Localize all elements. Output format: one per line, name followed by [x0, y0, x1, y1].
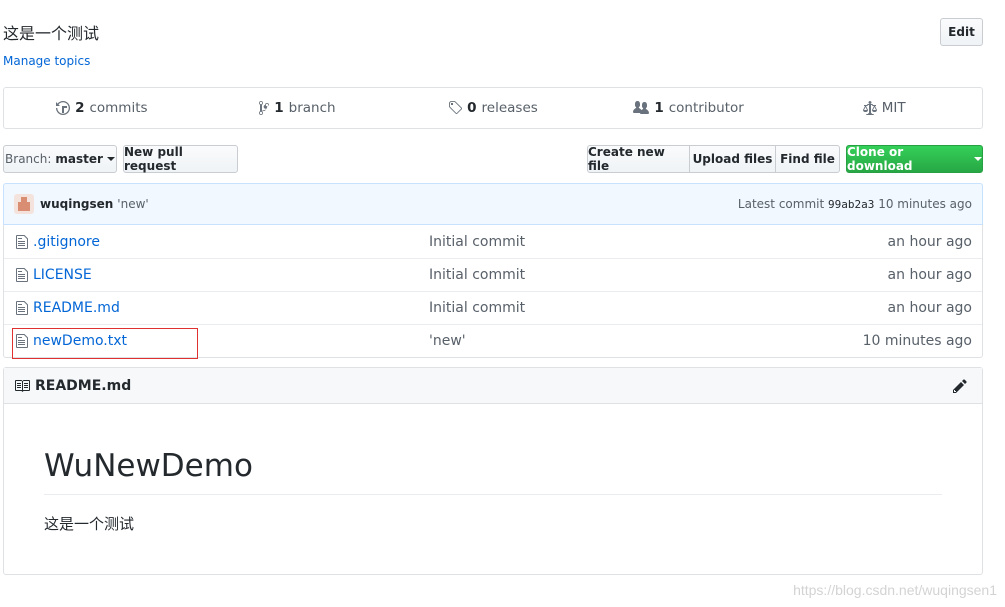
commits-label: commits [89, 100, 148, 116]
tag-icon [449, 101, 463, 115]
file-icon [16, 301, 28, 315]
releases-count: 0 [467, 100, 477, 116]
file-icon [16, 334, 28, 348]
clone-or-download-button[interactable]: Clone or download [846, 145, 983, 173]
file-age: an hour ago [887, 233, 972, 250]
branches-summary[interactable]: 1 branch [200, 88, 396, 128]
find-file-button[interactable]: Find file [775, 145, 840, 173]
branch-prefix: Branch: [5, 152, 52, 166]
file-name-link[interactable]: LICENSE [33, 267, 429, 283]
branch-name: master [55, 152, 103, 166]
readme-header: README.md [4, 368, 982, 404]
avatar[interactable] [14, 194, 34, 214]
repo-description: 这是一个测试 [3, 24, 100, 43]
contributor-count: 1 [654, 100, 664, 116]
repo-summary-bar: 2 commits 1 branch 0 releases 1 contribu… [3, 87, 983, 129]
file-commit-message[interactable]: Initial commit [429, 300, 822, 316]
file-icon [16, 268, 28, 282]
people-icon [633, 101, 650, 114]
license-label: MIT [881, 100, 906, 116]
commit-message[interactable]: 'new' [117, 197, 148, 211]
readme-content: WuNewDemo 这是一个测试 [4, 448, 982, 534]
history-icon [56, 101, 71, 115]
file-name-link[interactable]: README.md [33, 300, 429, 316]
file-row: .gitignore Initial commit an hour ago [4, 225, 982, 258]
branch-icon [259, 100, 270, 116]
branch-select-button[interactable]: Branch: master [3, 145, 117, 173]
file-age: an hour ago [887, 267, 972, 283]
license-summary[interactable]: MIT [786, 88, 982, 128]
file-name-link[interactable]: .gitignore [33, 234, 429, 250]
readme-heading: WuNewDemo [44, 448, 942, 495]
file-row: README.md Initial commit an hour ago [4, 291, 982, 324]
latest-commit-label: Latest commit [737, 197, 825, 211]
readme-panel: README.md WuNewDemo 这是一个测试 [3, 367, 983, 575]
file-icon [16, 234, 28, 249]
latest-commit-bar: wuqingsen 'new' Latest commit 99ab2a3 10… [3, 183, 983, 225]
readme-filename: README.md [35, 377, 132, 394]
upload-files-button[interactable]: Upload files [689, 145, 776, 173]
file-age: an hour ago [887, 300, 972, 316]
commits-summary[interactable]: 2 commits [4, 88, 200, 128]
file-commit-message[interactable]: Initial commit [429, 267, 822, 283]
chevron-down-icon [974, 157, 982, 161]
contributors-summary[interactable]: 1 contributor [591, 88, 787, 128]
file-commit-message[interactable]: 'new' [429, 333, 822, 349]
file-list: .gitignore Initial commit an hour ago LI… [3, 225, 983, 358]
watermark: https://blog.csdn.net/wuqingsen1 [793, 582, 997, 598]
commit-author[interactable]: wuqingsen [40, 197, 113, 211]
pencil-icon[interactable] [953, 378, 967, 394]
releases-summary[interactable]: 0 releases [395, 88, 591, 128]
new-pull-request-button[interactable]: New pull request [123, 145, 238, 173]
file-row: LICENSE Initial commit an hour ago [4, 258, 982, 291]
latest-commit-info: Latest commit 99ab2a3 10 minutes ago [738, 197, 972, 211]
file-name-link[interactable]: newDemo.txt [33, 333, 429, 349]
releases-label: releases [481, 100, 538, 116]
clone-label: Clone or download [847, 145, 913, 173]
book-icon [15, 379, 30, 392]
law-icon [862, 101, 877, 115]
create-new-file-button[interactable]: Create new file [587, 145, 690, 173]
chevron-down-icon [106, 157, 115, 161]
manage-topics-link[interactable]: Manage topics [3, 54, 90, 68]
edit-button[interactable]: Edit [940, 18, 983, 46]
commit-age: 10 minutes ago [878, 197, 972, 211]
branch-label: branch [288, 100, 336, 116]
contributor-label: contributor [668, 100, 744, 116]
file-commit-message[interactable]: Initial commit [429, 234, 822, 250]
file-row: newDemo.txt 'new' 10 minutes ago [4, 324, 982, 357]
file-age: 10 minutes ago [862, 333, 972, 349]
readme-paragraph: 这是一个测试 [44, 515, 135, 533]
commits-count: 2 [75, 100, 85, 116]
branch-count: 1 [274, 100, 284, 116]
commit-sha[interactable]: 99ab2a3 [828, 198, 874, 211]
